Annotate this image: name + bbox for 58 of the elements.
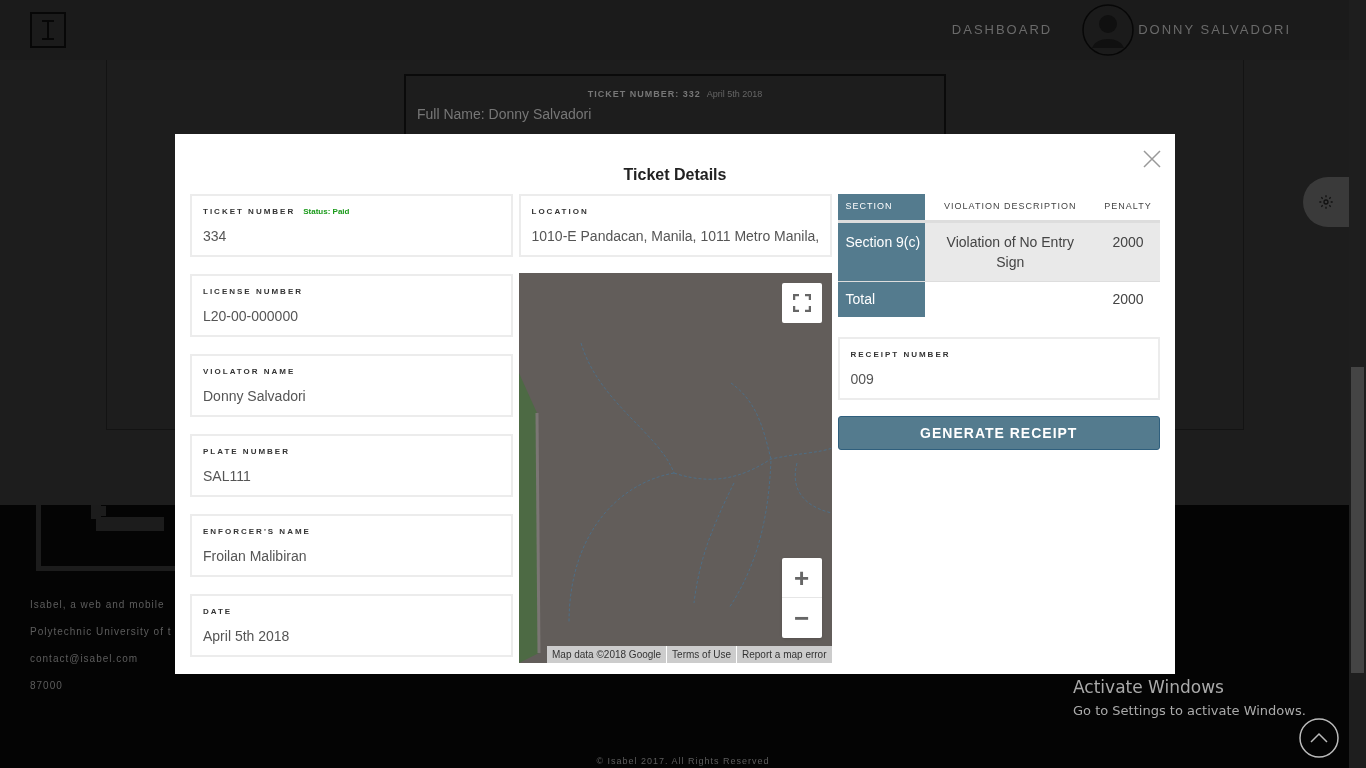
fullscreen-icon [792, 294, 811, 312]
ticket-number-label: TICKET NUMBER: 332 [587, 87, 701, 101]
field-label: LOCATION [531, 206, 589, 218]
modal-title: Ticket Details [623, 165, 727, 185]
map[interactable]: + − Map data ©2018 Google Terms of Use Report a map error [518, 273, 832, 663]
text-field[interactable]: LICENSE NUMBER L20-00-000000 [190, 274, 513, 337]
field-label: PLATE NUMBER [203, 446, 290, 458]
field-value: 1010-E Pandacan, Manila, 1011 Metro Manila, [531, 227, 819, 246]
field-value: SAL111 [203, 467, 252, 486]
field-label: DATE [203, 606, 233, 618]
footer-description: Isabel, a web and mobile [30, 597, 165, 612]
field-label: TICKET NUMBER [203, 206, 296, 218]
text-field[interactable]: TICKET NUMBER Status: Paid 334 [190, 194, 513, 257]
text-field[interactable]: ENFORCER'S NAME Froilan Malibiran [190, 514, 513, 577]
footer-email: contact@isabel.com [30, 651, 139, 666]
map-attribution[interactable]: Report a map error [736, 646, 832, 663]
column-header: SECTION [837, 194, 925, 221]
column-header: VIOLATION DESCRIPTION [924, 194, 1096, 221]
copyright-text: © Isabel 2017. All Rights Reserved [596, 754, 770, 768]
field-label: VIOLATOR NAME [203, 366, 296, 378]
status-text: Status: Paid [303, 206, 350, 218]
field-label: LICENSE NUMBER [203, 286, 303, 298]
total-label-cell: Total [837, 281, 925, 317]
fullscreen-button[interactable] [781, 283, 822, 323]
field-value: April 5th 2018 [203, 627, 291, 646]
map-attribution[interactable]: Terms of Use [666, 646, 736, 663]
text-field[interactable]: LOCATION 1010-E Pandacan, Manila, 1011 Metro Manila, [518, 194, 832, 257]
column-header: PENALTY [1096, 194, 1160, 221]
description-cell: Violation of No Entry Sign [924, 221, 1096, 281]
zoom-in-button[interactable]: + [781, 558, 822, 598]
field-value: 009 [850, 370, 875, 389]
field-value: Donny Salvadori [203, 387, 307, 406]
ticket-date: April 5th 2018 [706, 87, 763, 101]
scrollbar-thumb[interactable] [1351, 367, 1364, 673]
footer-address: Polytechnic University of t [30, 624, 172, 639]
scroll-top-icon[interactable] [1299, 718, 1339, 758]
text-field[interactable]: DATE April 5th 2018 [190, 594, 513, 657]
settings-icon [1318, 194, 1334, 210]
map-attribution: Map data ©2018 Google [551, 648, 663, 662]
text-field[interactable]: RECEIPT NUMBER 009 [837, 337, 1160, 400]
close-icon [1143, 150, 1161, 168]
text-field[interactable]: VIOLATOR NAME Donny Salvadori [190, 354, 513, 417]
text-field[interactable]: PLATE NUMBER SAL111 [190, 434, 513, 497]
full-name-text: Full Name: Donny Salvadori [417, 105, 593, 125]
total-penalty-cell: 2000 [1096, 281, 1160, 317]
activation-title: Activate Windows [1073, 676, 1225, 699]
field-value: Froilan Malibiran [203, 547, 308, 566]
activation-text: Go to Settings to activate Windows. [1073, 701, 1306, 720]
zoom-out-button[interactable]: − [781, 598, 822, 638]
field-value: 334 [203, 227, 228, 246]
generate-receipt-button[interactable]: GENERATE RECEIPT [837, 416, 1160, 450]
field-label: RECEIPT NUMBER [850, 349, 951, 361]
section-cell: Section 9(c) [837, 221, 925, 281]
field-label: ENFORCER'S NAME [203, 526, 311, 538]
penalty-cell: 2000 [1096, 221, 1160, 281]
close-button[interactable] [1143, 150, 1161, 168]
footer-phone: 87000 [30, 678, 63, 693]
field-value: L20-00-000000 [203, 307, 299, 326]
